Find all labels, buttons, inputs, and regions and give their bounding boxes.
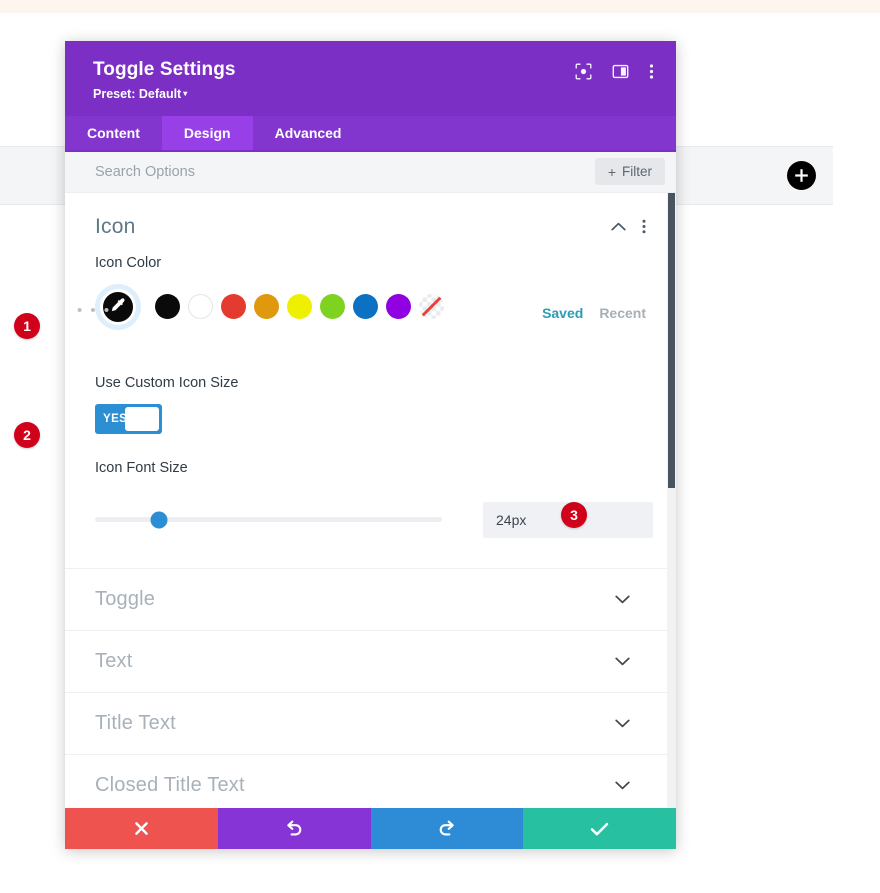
swatch-green[interactable]	[320, 294, 345, 320]
chevron-down-icon[interactable]	[615, 657, 630, 666]
undo-button[interactable]	[217, 808, 371, 849]
tab-advanced[interactable]: Advanced	[253, 116, 364, 150]
search-bar: + Filter	[65, 151, 676, 193]
swatch-transparent[interactable]	[419, 294, 444, 320]
redo-button[interactable]	[370, 808, 524, 849]
page-title: Toggle Settings	[93, 59, 236, 80]
recent-colors-tab[interactable]: Recent	[599, 305, 646, 321]
settings-scroll-area: Icon Icon Color • • • Saved Recent Use C…	[65, 192, 676, 808]
swatch-orange[interactable]	[254, 294, 279, 320]
chevron-down-icon[interactable]	[615, 595, 630, 604]
preset-selector[interactable]: Preset: Default ▾	[93, 87, 187, 101]
icon-font-size-slider[interactable]	[95, 511, 442, 529]
layout-panel-icon[interactable]	[612, 63, 629, 80]
filter-label: Filter	[622, 164, 652, 180]
close-x-icon	[135, 822, 148, 835]
swatch-purple[interactable]	[386, 294, 411, 320]
toggle-settings-modal: Toggle Settings Preset: Default ▾ Conten…	[65, 41, 676, 849]
field-custom-icon-size: Use Custom Icon Size YES	[65, 375, 676, 434]
modal-tabs: Content Design Advanced	[65, 115, 676, 152]
eyedropper-icon	[111, 298, 124, 312]
modal-footer	[65, 808, 676, 849]
annotation-badge-2: 2	[14, 422, 40, 448]
field-icon-color: Icon Color • • • Saved Recent	[65, 255, 676, 330]
section-options-dots-icon[interactable]	[642, 219, 646, 234]
annotation-badge-3: 3	[561, 502, 587, 528]
icon-color-label: Icon Color	[95, 254, 162, 271]
chevron-down-icon[interactable]	[615, 719, 630, 728]
custom-icon-size-toggle[interactable]: YES	[95, 403, 162, 434]
tab-content[interactable]: Content	[65, 116, 162, 150]
search-input[interactable]	[95, 163, 595, 180]
color-tabs: Saved Recent	[542, 305, 646, 321]
section-text[interactable]: Text	[65, 629, 676, 692]
chevron-up-icon[interactable]	[611, 222, 626, 231]
icon-font-size-label: Icon Font Size	[95, 459, 188, 476]
custom-icon-size-label: Use Custom Icon Size	[95, 374, 239, 391]
toggle-knob	[125, 406, 159, 431]
swatch-yellow[interactable]	[287, 294, 312, 320]
annotation-badge-1: 1	[14, 313, 40, 339]
swatch-white[interactable]	[188, 294, 213, 320]
saved-colors-tab[interactable]: Saved	[542, 305, 583, 321]
swatch-blue[interactable]	[353, 294, 378, 320]
section-title-text[interactable]: Title Text	[65, 691, 676, 754]
focus-target-icon[interactable]	[575, 63, 592, 80]
section-closed-title-text[interactable]: Closed Title Text	[65, 753, 676, 808]
top-accent-strip	[0, 0, 880, 13]
chevron-down-icon: ▾	[183, 88, 188, 98]
vertical-dots-icon[interactable]	[649, 63, 654, 80]
section-icon-title: Icon	[95, 214, 136, 238]
more-colors-dots-icon[interactable]: • • •	[77, 303, 111, 318]
slider-thumb[interactable]	[150, 511, 168, 529]
preset-label: Preset: Default	[93, 86, 182, 101]
section-toggle-title: Toggle	[95, 587, 156, 610]
section-closed-title-text-title: Closed Title Text	[95, 773, 245, 796]
cancel-button[interactable]	[65, 808, 218, 849]
tab-design[interactable]: Design	[161, 115, 253, 150]
plus-icon: +	[607, 163, 616, 180]
redo-icon	[440, 820, 455, 836]
section-text-title: Text	[95, 649, 133, 672]
plus-icon	[795, 169, 808, 182]
chevron-down-icon[interactable]	[615, 781, 630, 790]
scrollbar-thumb[interactable]	[668, 192, 675, 488]
section-title-text-title: Title Text	[95, 711, 176, 734]
swatch-black[interactable]	[155, 294, 180, 320]
modal-header: Toggle Settings Preset: Default ▾	[65, 41, 676, 116]
modal-header-actions	[575, 63, 654, 80]
section-toggle[interactable]: Toggle	[65, 567, 676, 630]
checkmark-icon	[590, 822, 609, 835]
section-icon-header[interactable]: Icon	[65, 193, 676, 255]
filter-button[interactable]: + Filter	[594, 158, 665, 186]
toggle-value-label: YES	[103, 412, 128, 425]
save-button[interactable]	[523, 808, 676, 849]
add-module-button[interactable]	[787, 161, 816, 190]
swatch-red[interactable]	[221, 294, 246, 320]
undo-icon	[286, 820, 301, 836]
